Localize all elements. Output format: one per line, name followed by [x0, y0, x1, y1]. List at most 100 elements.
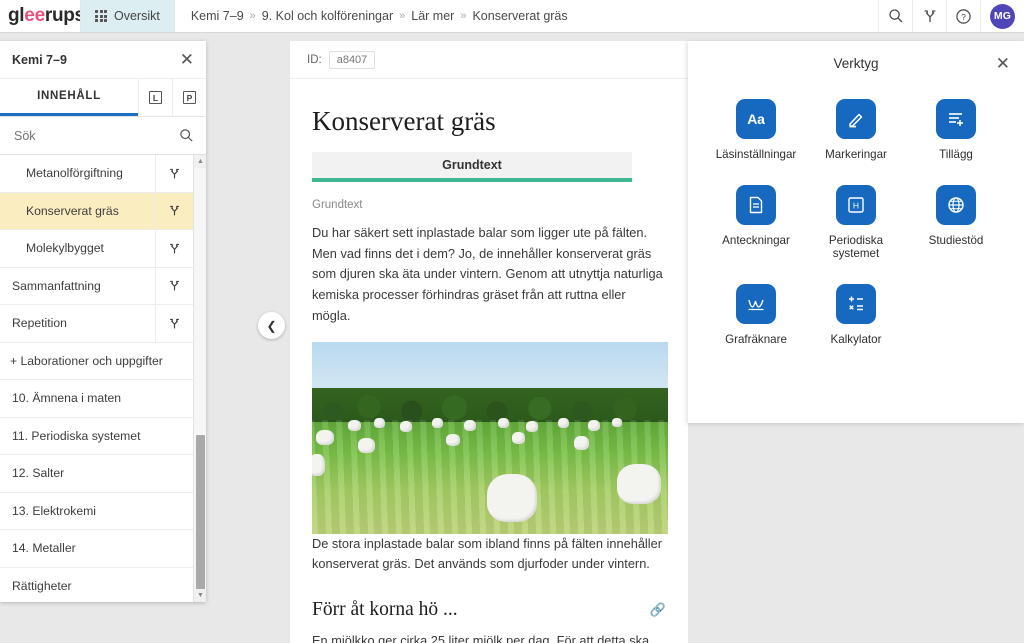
list-item[interactable]: 10. Ämnena i maten: [0, 380, 193, 418]
tool-lasinstallningar[interactable]: Aa Läsinställningar: [706, 99, 806, 161]
scroll-down-icon[interactable]: ▼: [194, 589, 206, 602]
branch-icon: [170, 206, 179, 216]
tool-kalkylator[interactable]: Kalkylator: [806, 284, 906, 346]
tool-tillagg[interactable]: Tillägg: [906, 99, 1006, 161]
tab-grundtext[interactable]: Grundtext: [312, 152, 632, 182]
letter-l-icon: L: [149, 91, 162, 104]
figure-caption: De stora inplastade balar som ibland fin…: [312, 535, 662, 572]
tool-anteckningar[interactable]: Anteckningar: [706, 185, 806, 260]
sidebar-panel: Kemi 7–9 ✕ INNEHÅLL L P Metanolförgiftni…: [0, 41, 206, 602]
overview-button[interactable]: Oversikt: [80, 0, 175, 32]
sidebar-search: [0, 117, 206, 155]
id-bar: ID: a8407: [290, 41, 688, 79]
avatar: MG: [990, 3, 1015, 29]
search-input[interactable]: [12, 127, 162, 144]
letter-p-icon: P: [183, 91, 196, 104]
tools-header: Verktyg ✕: [688, 41, 1024, 85]
tool-grafraknare[interactable]: Grafräknare: [706, 284, 806, 346]
branch-icon: [170, 243, 179, 254]
paragraph-intro: Du har säkert sett inplastade balar som …: [312, 225, 663, 323]
branch-icon: [170, 318, 179, 329]
scroll-up-icon[interactable]: ▲: [194, 155, 206, 168]
list-item[interactable]: Sammanfattning: [0, 267, 193, 305]
tab-innehall[interactable]: INNEHÅLL: [0, 79, 138, 116]
top-bar: gl ee rups Oversikt Kemi 7–9 » 9. Kol och …: [0, 0, 1024, 33]
list-item[interactable]: Molekylbygget: [0, 230, 193, 268]
list-item-label: + Laborationer och uppgifter: [10, 353, 163, 368]
search-icon[interactable]: [179, 128, 194, 143]
top-bar-actions: ? MG: [878, 0, 1024, 32]
close-icon[interactable]: ✕: [996, 54, 1010, 74]
section-heading-row: Förr åt korna hö ... 🔗: [312, 599, 666, 621]
sidebar-scrollbar[interactable]: ▲ ▼: [193, 155, 206, 602]
list-item-label: Metanolförgiftning: [26, 166, 123, 181]
tool-label: Grafräknare: [725, 333, 787, 346]
tools-title: Verktyg: [833, 55, 879, 71]
content-tabs: Grundtext: [290, 152, 688, 182]
highlighter-pen-icon: [836, 99, 876, 139]
grid-icon: [95, 10, 107, 22]
branch-button[interactable]: [155, 155, 193, 192]
note-document-icon: [736, 185, 776, 225]
breadcrumb-item-3[interactable]: Konserverat gräs: [472, 9, 567, 23]
tool-label: Studiestöd: [928, 234, 984, 247]
branch-button[interactable]: [155, 192, 193, 229]
content-panel: ID: a8407 Konserverat gräs Grundtext Gru…: [290, 41, 688, 643]
search-button[interactable]: [878, 0, 912, 32]
breadcrumb-item-0[interactable]: Kemi 7–9: [191, 9, 244, 23]
list-item-add-labs[interactable]: + Laborationer och uppgifter: [0, 343, 193, 380]
list-item-label: Konserverat gräs: [26, 203, 119, 218]
list-item[interactable]: 14. Metaller: [0, 530, 193, 568]
branch-button[interactable]: [155, 230, 193, 267]
tool-periodiska-systemet[interactable]: H Periodiska systemet: [806, 185, 906, 260]
tools-grid: Aa Läsinställningar Markeringar Tillägg …: [688, 85, 1024, 346]
branch-icon: [924, 10, 935, 22]
id-value[interactable]: a8407: [328, 50, 376, 69]
branch-button[interactable]: [155, 267, 193, 304]
gleerups-logo[interactable]: gl ee rups: [0, 0, 85, 32]
help-button[interactable]: ?: [946, 0, 980, 32]
help-icon: ?: [956, 8, 971, 24]
tool-label: Periodiska systemet: [828, 234, 884, 260]
branch-icon: [170, 281, 179, 291]
sidebar-button-p[interactable]: P: [172, 79, 206, 116]
user-menu[interactable]: MG: [980, 0, 1024, 32]
section-heading: Förr åt korna hö ...: [312, 599, 458, 621]
tool-label: Tillägg: [939, 148, 973, 161]
branch-button[interactable]: [155, 305, 193, 342]
list-item[interactable]: 11. Periodiska systemet: [0, 418, 193, 455]
tool-studiestod[interactable]: Studiestöd: [906, 185, 1006, 260]
list-item-label: 14. Metaller: [12, 541, 76, 556]
overview-label: Oversikt: [114, 9, 160, 23]
list-item[interactable]: Rättigheter: [0, 568, 193, 603]
list-item[interactable]: 12. Salter: [0, 455, 193, 493]
tool-label: Anteckningar: [722, 234, 790, 247]
breadcrumb-separator: »: [249, 10, 256, 22]
close-icon[interactable]: ✕: [180, 51, 194, 68]
breadcrumb-item-1[interactable]: 9. Kol och kolföreningar: [262, 9, 393, 23]
list-item-label: Repetition: [12, 316, 67, 331]
breadcrumb-item-2[interactable]: Lär mer: [411, 9, 454, 23]
tool-markeringar[interactable]: Markeringar: [806, 99, 906, 161]
list-item-label: 12. Salter: [12, 466, 65, 481]
breadcrumb-separator: »: [399, 10, 406, 22]
svg-text:H: H: [853, 201, 859, 211]
paragraph-milk: En mjölkko ger cirka 25 liter mjölk per …: [312, 633, 650, 643]
logo-part-1: gl: [8, 5, 25, 26]
link-icon[interactable]: 🔗: [650, 602, 666, 618]
section-kicker: Grundtext: [312, 199, 363, 211]
list-item[interactable]: Metanolförgiftning: [0, 155, 193, 193]
list-item-label: 10. Ämnena i maten: [12, 391, 122, 406]
list-item[interactable]: Repetition: [0, 305, 193, 343]
scrollbar-thumb[interactable]: [196, 435, 205, 593]
list-item-active[interactable]: Konserverat gräs: [0, 192, 193, 230]
sidebar-list: Metanolförgiftning Konserverat gräs Mole…: [0, 155, 206, 602]
globe-icon: [936, 185, 976, 225]
sidebar-button-l[interactable]: L: [138, 79, 172, 116]
text-settings-icon: Aa: [736, 99, 776, 139]
list-item-label: Rättigheter: [12, 578, 72, 593]
periodic-table-icon: H: [836, 185, 876, 225]
list-item[interactable]: 13. Elektrokemi: [0, 493, 193, 530]
collapse-sidebar-button[interactable]: ❮: [258, 312, 285, 339]
branch-button[interactable]: [912, 0, 946, 32]
